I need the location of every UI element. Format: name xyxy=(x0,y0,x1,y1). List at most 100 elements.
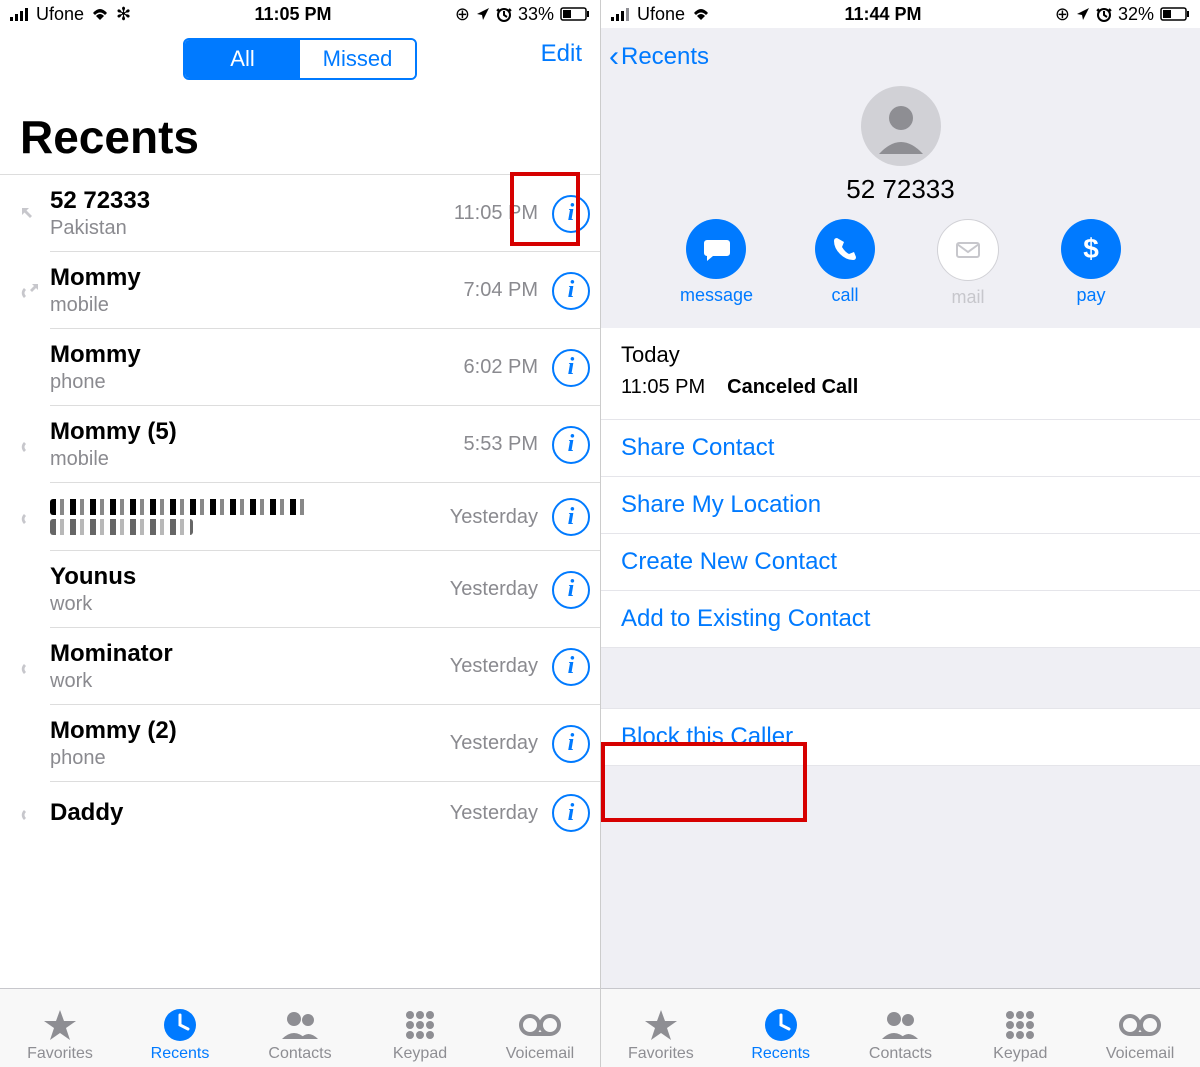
mail-icon xyxy=(953,235,983,265)
alarm-icon xyxy=(1096,6,1112,22)
status-bar: Ufone 11:44 PM ⊕ 32% xyxy=(601,0,1200,28)
action-call[interactable]: call xyxy=(815,219,875,308)
info-button[interactable]: i xyxy=(552,498,590,536)
avatar xyxy=(861,86,941,166)
row-time: 7:04 PM xyxy=(464,279,538,302)
status-battery-percent: 33% xyxy=(518,4,554,25)
info-button[interactable]: i xyxy=(552,648,590,686)
tab-label: Recents xyxy=(151,1045,210,1063)
outgoing-call-icon xyxy=(18,658,40,680)
history-time: 11:05 PM xyxy=(621,376,705,399)
back-label: Recents xyxy=(621,43,709,71)
recents-row[interactable]: Daddy Yesterday i xyxy=(0,782,600,832)
row-name: Mominator xyxy=(50,640,450,668)
status-time: 11:44 PM xyxy=(844,4,921,25)
tab-contacts[interactable]: Contacts xyxy=(250,1007,350,1063)
tab-label: Voicemail xyxy=(1106,1045,1174,1063)
row-name: Daddy xyxy=(50,799,450,827)
back-button[interactable]: ‹ Recents xyxy=(609,42,709,72)
tab-label: Recents xyxy=(751,1045,810,1063)
phone-contact-detail: Ufone 11:44 PM ⊕ 32% ‹ Recents xyxy=(600,0,1200,1067)
tab-favorites[interactable]: Favorites xyxy=(611,1007,711,1063)
add-existing-contact-button[interactable]: Add to Existing Contact xyxy=(601,591,1200,648)
outgoing-call-icon xyxy=(18,436,40,458)
status-carrier: Ufone xyxy=(637,4,685,25)
recents-row[interactable]: Mommy (5) mobile 5:53 PM i xyxy=(0,406,600,483)
recents-row[interactable]: Mominator work Yesterday i xyxy=(0,628,600,705)
action-message[interactable]: message xyxy=(680,219,753,308)
location-arrow-icon xyxy=(1076,7,1090,21)
contact-header: 52 72333 message call mail $ pay xyxy=(601,76,1200,328)
message-icon xyxy=(701,234,731,264)
row-subtitle: mobile xyxy=(50,294,464,317)
tab-voicemail[interactable]: Voicemail xyxy=(490,1007,590,1063)
tab-contacts[interactable]: Contacts xyxy=(850,1007,950,1063)
block-caller-button[interactable]: Block this Caller xyxy=(601,708,1200,766)
tab-recents[interactable]: Recents xyxy=(130,1007,230,1063)
row-time: Yesterday xyxy=(450,732,538,755)
cellular-bars-icon xyxy=(611,7,631,21)
outgoing-call-icon xyxy=(18,282,40,304)
row-subtitle: phone xyxy=(50,371,464,394)
row-name: Mommy xyxy=(50,341,464,369)
clock-icon xyxy=(763,1007,799,1043)
tab-favorites[interactable]: Favorites xyxy=(10,1007,110,1063)
phone-recents: Ufone ✻ 11:05 PM ⊕ 33% xyxy=(0,0,600,1067)
tab-voicemail[interactable]: Voicemail xyxy=(1090,1007,1190,1063)
page-title: Recents xyxy=(0,90,600,174)
battery-icon xyxy=(560,7,590,21)
wifi-icon xyxy=(691,7,711,21)
loading-spinner-icon: ✻ xyxy=(116,4,131,25)
tab-label: Keypad xyxy=(393,1045,447,1063)
dollar-icon: $ xyxy=(1083,233,1099,265)
orientation-lock-icon: ⊕ xyxy=(1055,4,1070,25)
segmented-control[interactable]: All Missed xyxy=(183,38,417,80)
recents-row[interactable]: Mommy (2) phone Yesterday i xyxy=(0,705,600,782)
recents-row[interactable]: Mommy mobile 7:04 PM i xyxy=(0,252,600,329)
phone-icon xyxy=(830,234,860,264)
share-location-button[interactable]: Share My Location xyxy=(601,477,1200,534)
contacts-icon xyxy=(280,1007,320,1043)
tab-label: Favorites xyxy=(27,1045,93,1063)
outgoing-call-icon xyxy=(18,204,42,228)
segment-all[interactable]: All xyxy=(185,40,300,78)
status-battery-percent: 32% xyxy=(1118,4,1154,25)
row-name: Mommy (2) xyxy=(50,717,450,745)
nav-bar: ‹ Recents xyxy=(601,28,1200,76)
tab-keypad[interactable]: Keypad xyxy=(370,1007,470,1063)
call-history: Today 11:05 PM Canceled Call xyxy=(601,328,1200,419)
info-button[interactable]: i xyxy=(552,794,590,832)
action-pay[interactable]: $ pay xyxy=(1061,219,1121,308)
info-button[interactable]: i xyxy=(552,272,590,310)
edit-button[interactable]: Edit xyxy=(541,40,582,68)
tab-recents[interactable]: Recents xyxy=(731,1007,831,1063)
row-name: Mommy xyxy=(50,264,464,292)
recents-list[interactable]: 52 72333 Pakistan 11:05 PM i Mommy mobil… xyxy=(0,174,600,988)
row-subtitle: work xyxy=(50,593,450,616)
row-subtitle: phone xyxy=(50,747,450,770)
clock-icon xyxy=(162,1007,198,1043)
share-contact-button[interactable]: Share Contact xyxy=(601,419,1200,477)
info-button[interactable]: i xyxy=(552,571,590,609)
row-subtitle: work xyxy=(50,670,450,693)
action-label: message xyxy=(680,285,753,306)
row-name: Mommy (5) xyxy=(50,418,464,446)
tab-keypad[interactable]: Keypad xyxy=(970,1007,1070,1063)
info-button[interactable]: i xyxy=(552,195,590,233)
outgoing-call-icon xyxy=(18,508,40,530)
create-new-contact-button[interactable]: Create New Contact xyxy=(601,534,1200,591)
info-button[interactable]: i xyxy=(552,426,590,464)
recents-row[interactable]: Younus work Yesterday i xyxy=(0,551,600,628)
recents-row[interactable]: Yesterday i xyxy=(0,483,600,551)
recents-row[interactable]: Mommy phone 6:02 PM i xyxy=(0,329,600,406)
wifi-icon xyxy=(90,7,110,21)
battery-icon xyxy=(1160,7,1190,21)
row-time: 5:53 PM xyxy=(464,433,538,456)
status-time: 11:05 PM xyxy=(254,4,331,25)
info-button[interactable]: i xyxy=(552,349,590,387)
voicemail-icon xyxy=(1118,1007,1162,1043)
recents-row[interactable]: 52 72333 Pakistan 11:05 PM i xyxy=(0,174,600,252)
segment-missed[interactable]: Missed xyxy=(300,40,415,78)
star-icon xyxy=(42,1007,78,1043)
info-button[interactable]: i xyxy=(552,725,590,763)
